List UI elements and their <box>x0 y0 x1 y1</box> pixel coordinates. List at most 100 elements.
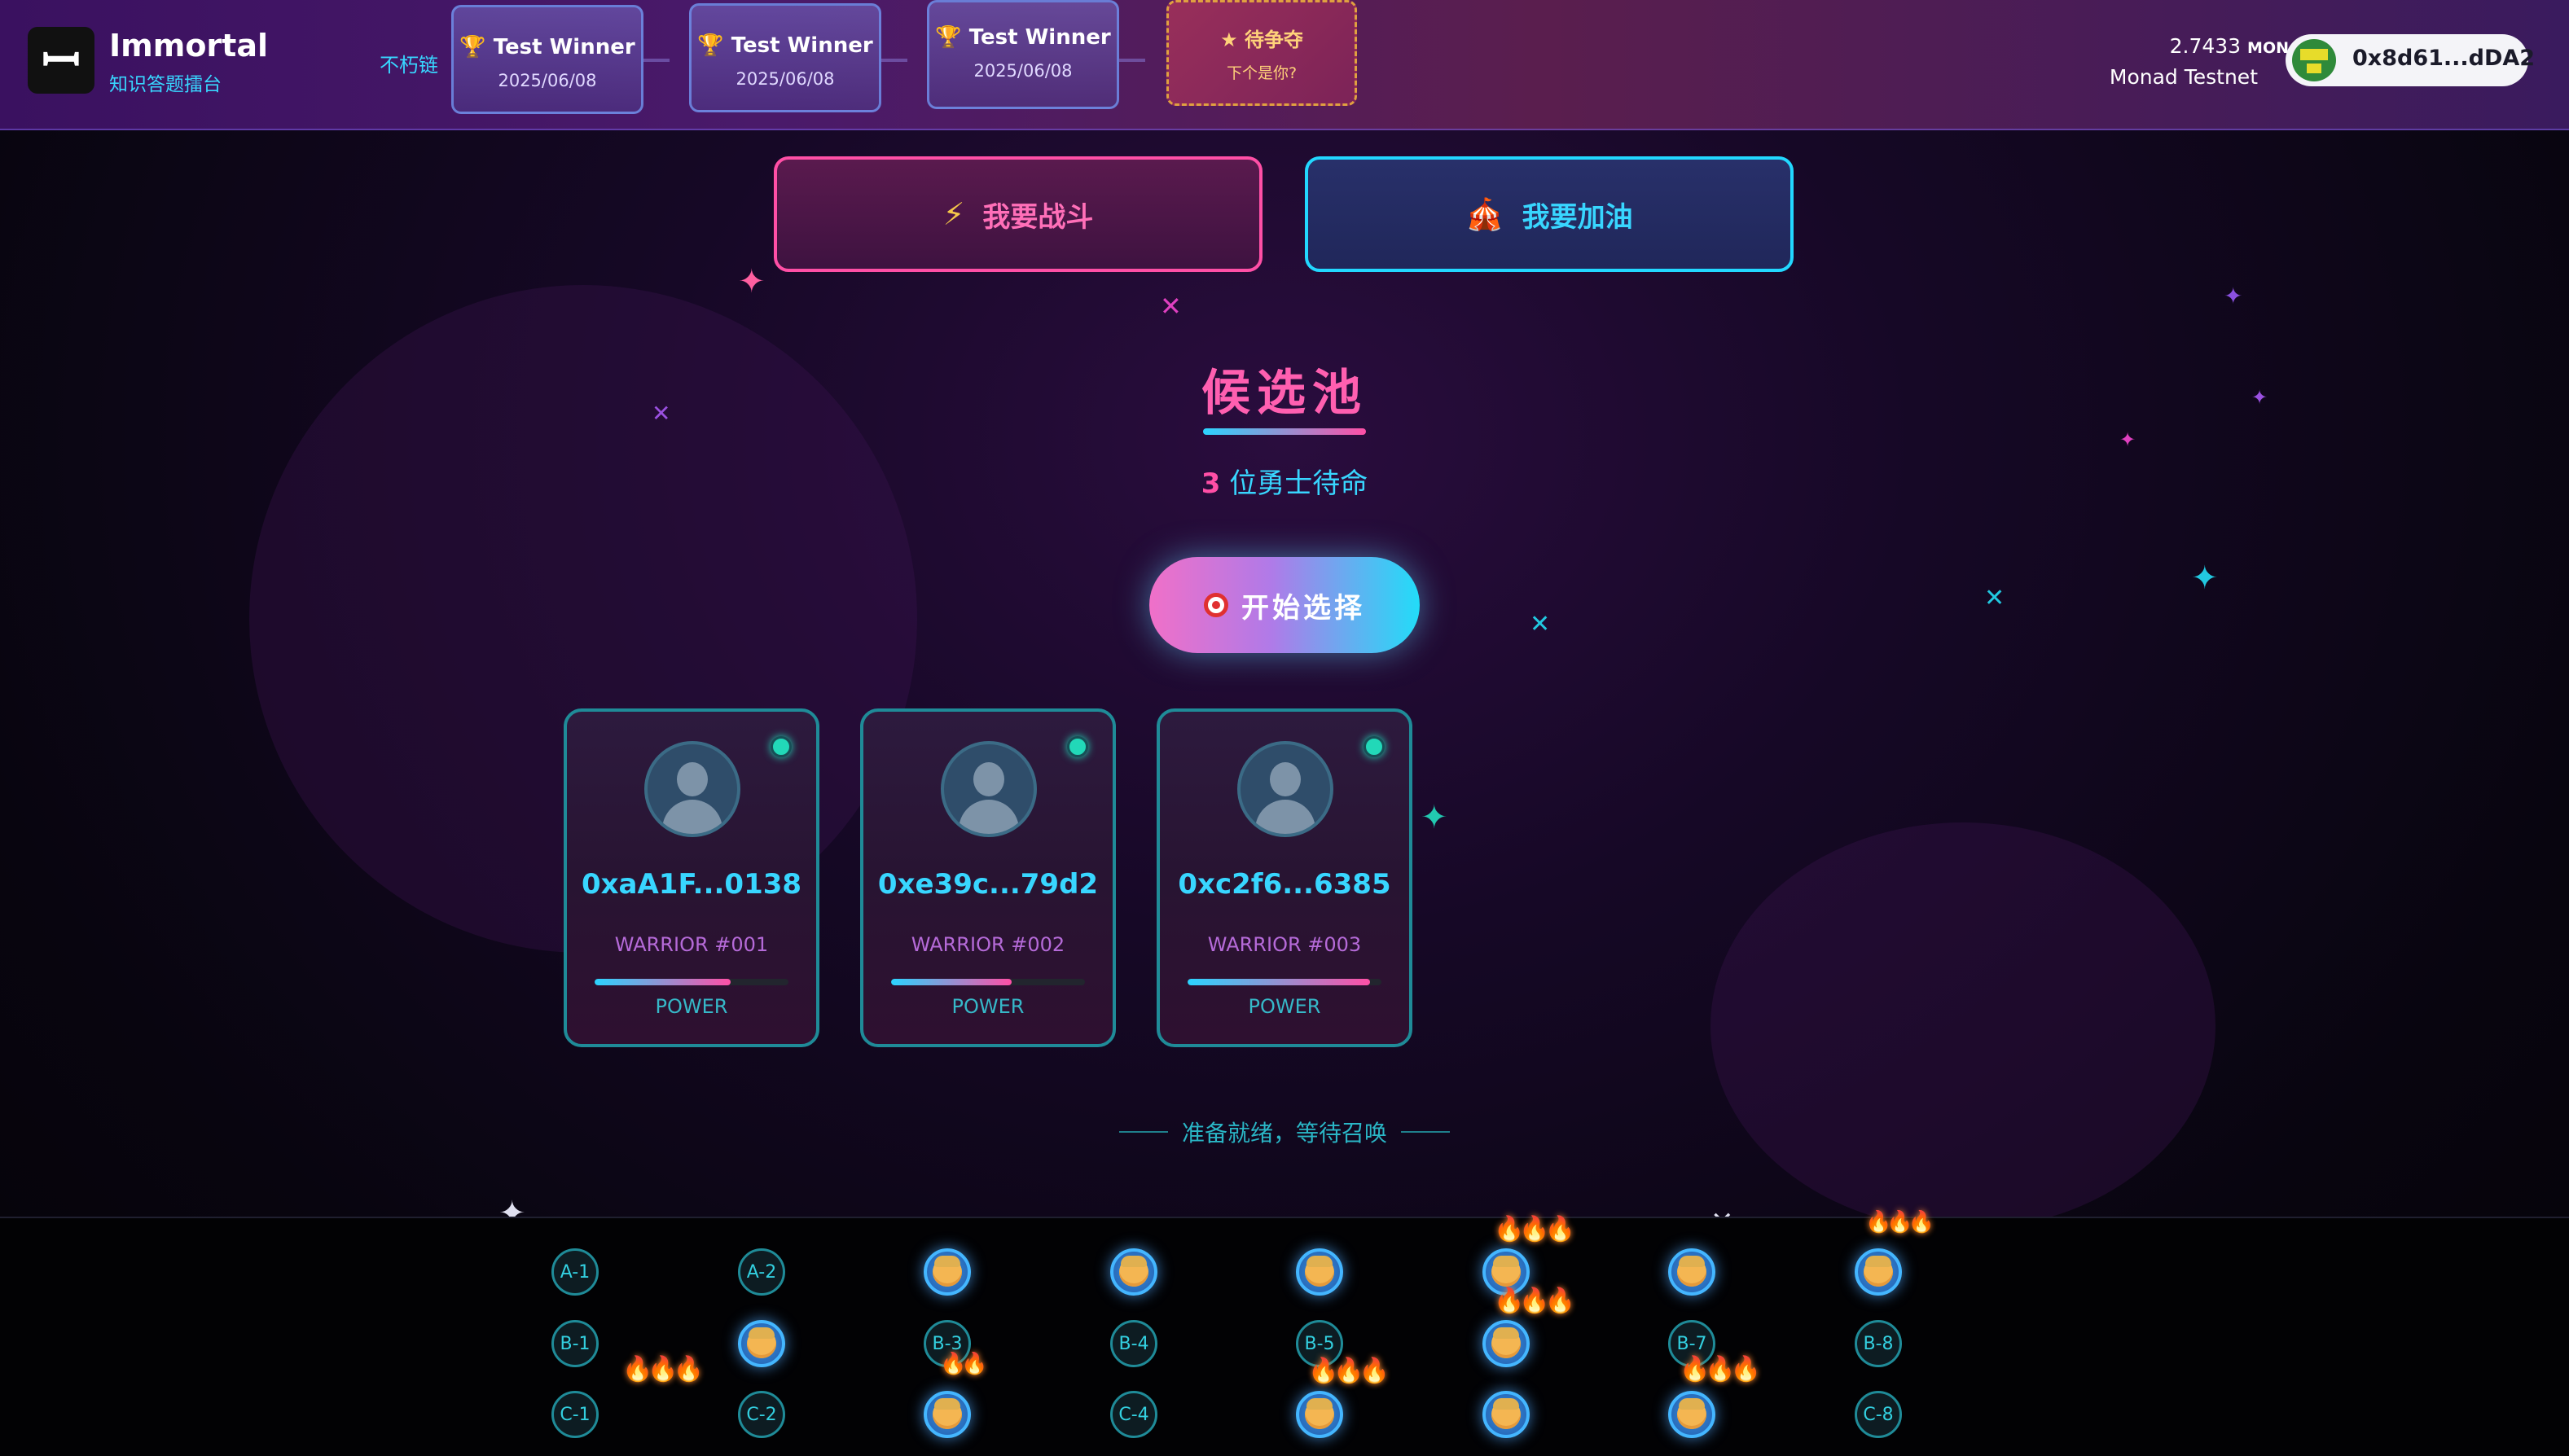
power-bar <box>891 979 1085 985</box>
avatar-face-icon <box>1677 1256 1706 1287</box>
seat-empty[interactable]: B-4 <box>1110 1320 1157 1367</box>
seat-occupied[interactable] <box>1482 1391 1530 1438</box>
chain-label: 不朽链 <box>380 54 438 77</box>
balance-unit: MON <box>2247 39 2289 57</box>
user-avatar-icon <box>941 741 1037 837</box>
sparkle-icon: ✦ <box>2224 283 2243 309</box>
user-avatar-icon <box>1237 741 1333 837</box>
power-label: POWER <box>655 995 728 1018</box>
online-status-icon <box>1364 736 1385 757</box>
avatar-face-icon <box>1305 1398 1334 1429</box>
online-status-icon <box>771 736 792 757</box>
avatar-face-icon <box>1491 1398 1521 1429</box>
seat-occupied[interactable] <box>1296 1248 1343 1296</box>
avatar-face-icon <box>1491 1327 1521 1358</box>
star-icon: ★ <box>1220 29 1238 51</box>
divider <box>1401 1131 1450 1133</box>
app-logo[interactable]: ꟷ <box>28 27 94 94</box>
lightning-icon: ⚡ <box>942 196 965 232</box>
target-icon <box>1204 593 1228 617</box>
power-bar-fill <box>1188 979 1370 985</box>
start-select-label: 开始选择 <box>1241 591 1365 625</box>
winner-title: Test Winner <box>731 33 873 58</box>
sparkle-icon: ✦ <box>1421 799 1448 836</box>
seat-empty[interactable]: B-1 <box>551 1320 599 1367</box>
flame-icon: 🔥🔥 <box>940 1352 988 1376</box>
chain-connector <box>1119 59 1145 62</box>
seat-occupied[interactable] <box>738 1320 785 1367</box>
sparkle-icon: ✦ <box>2251 386 2268 409</box>
seat-empty[interactable]: C-2 <box>738 1391 785 1438</box>
power-bar <box>595 979 788 985</box>
sparkle-icon: ✦ <box>2191 559 2219 597</box>
winner-date: 2025/06/08 <box>498 71 597 90</box>
avatar-face-icon <box>1491 1256 1521 1287</box>
cheer-button[interactable]: 🎪 我要加油 <box>1305 156 1794 272</box>
flame-icon: 🔥🔥🔥 <box>1494 1215 1575 1243</box>
network-name: Monad Testnet <box>2109 65 2258 89</box>
wallet-button[interactable]: 0x8d61...dDA2 <box>2286 34 2535 86</box>
winner-card-2[interactable]: 🏆 Test Winner 2025/06/08 <box>689 3 881 112</box>
app-subtitle: 知识答题擂台 <box>109 74 222 95</box>
balance-value: 2.7433 <box>2169 34 2242 58</box>
winner-title: Test Winner <box>493 35 635 59</box>
seat-occupied[interactable] <box>1110 1248 1157 1296</box>
winner-card-3[interactable]: 🏆 Test Winner 2025/06/08 <box>927 0 1119 109</box>
wallet-balance: 2.7433 MON <box>2085 34 2289 58</box>
pending-subtitle: 下个是你? <box>1226 64 1298 82</box>
warrior-label: WARRIOR #001 <box>614 933 769 956</box>
pool-title-underline <box>1203 428 1366 435</box>
avatar-face-icon <box>1119 1256 1148 1287</box>
warrior-address: 0xc2f6...6385 <box>1178 868 1391 901</box>
pool-count-text: 位勇士待命 <box>1229 467 1368 500</box>
pending-winner-slot[interactable]: ★ 待争夺 下个是你? <box>1166 0 1357 106</box>
seat-occupied[interactable] <box>1482 1320 1530 1367</box>
seat-empty[interactable]: A-1 <box>551 1248 599 1296</box>
warrior-card-2[interactable]: 0xe39c...79d2 WARRIOR #002 POWER <box>860 708 1116 1047</box>
avatar-face-icon <box>1305 1256 1334 1287</box>
app-name: Immortal <box>109 28 269 64</box>
seat-occupied[interactable] <box>1668 1248 1715 1296</box>
winner-date: 2025/06/08 <box>736 69 835 89</box>
online-status-icon <box>1067 736 1088 757</box>
pool-count: 3 位勇士待命 <box>1081 461 1488 501</box>
warrior-address: 0xe39c...79d2 <box>877 868 1099 901</box>
seat-occupied[interactable] <box>1296 1391 1343 1438</box>
seat-empty[interactable]: C-4 <box>1110 1391 1157 1438</box>
power-bar <box>1188 979 1381 985</box>
pool-title: 候选池 <box>1201 365 1368 422</box>
flame-icon: 🔥🔥🔥 <box>1308 1357 1390 1385</box>
wallet-address: 0x8d61...dDA2 <box>2352 46 2536 71</box>
seat-empty[interactable]: B-8 <box>1855 1320 1902 1367</box>
winner-title: Test Winner <box>968 25 1111 50</box>
winner-date: 2025/06/08 <box>973 61 1073 81</box>
power-label: POWER <box>1248 995 1321 1018</box>
logo-icon: ꟷ <box>42 33 81 88</box>
avatar-face-icon <box>933 1398 962 1429</box>
fight-button-label: 我要战斗 <box>982 200 1094 234</box>
wallet-avatar <box>2292 39 2336 81</box>
seat-occupied[interactable] <box>924 1391 971 1438</box>
seat-empty[interactable]: C-1 <box>551 1391 599 1438</box>
chain-connector <box>643 59 670 62</box>
avatar-face-icon <box>747 1327 776 1358</box>
seat-empty[interactable]: A-2 <box>738 1248 785 1296</box>
fight-button[interactable]: ⚡ 我要战斗 <box>774 156 1263 272</box>
seat-occupied[interactable] <box>1668 1391 1715 1438</box>
circus-tent-icon: 🎪 <box>1465 195 1504 232</box>
pending-title: 待争夺 <box>1244 29 1303 51</box>
avatar-face-icon <box>1864 1256 1893 1287</box>
start-select-button[interactable]: 开始选择 <box>1149 557 1420 653</box>
power-bar-fill <box>595 979 731 985</box>
warrior-label: WARRIOR #003 <box>1207 933 1362 956</box>
avatar-face-icon <box>1677 1398 1706 1429</box>
winner-card-1[interactable]: 🏆 Test Winner 2025/06/08 <box>451 5 643 114</box>
cheer-button-label: 我要加油 <box>1522 200 1633 234</box>
warrior-card-3[interactable]: 0xc2f6...6385 WARRIOR #003 POWER <box>1157 708 1412 1047</box>
seat-occupied[interactable] <box>1855 1248 1902 1296</box>
warrior-card-1[interactable]: 0xaA1F...0138 WARRIOR #001 POWER <box>564 708 819 1047</box>
seat-empty[interactable]: C-8 <box>1855 1391 1902 1438</box>
trophy-icon: 🏆 <box>935 25 962 50</box>
avatar-face-icon <box>933 1256 962 1287</box>
seat-occupied[interactable] <box>924 1248 971 1296</box>
